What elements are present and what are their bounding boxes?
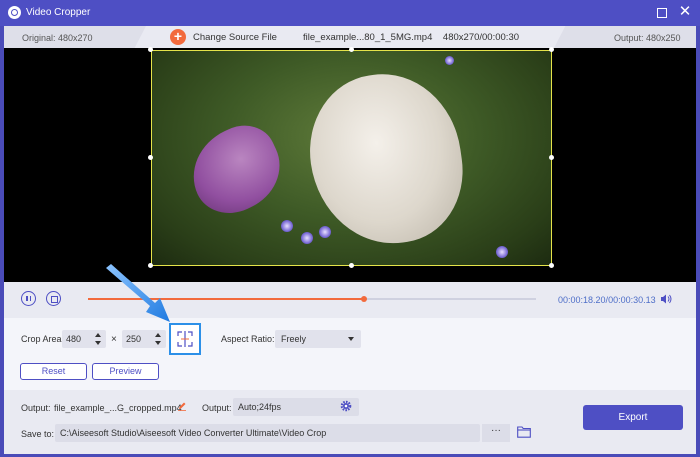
time-readout: 00:00:18.20/00:00:30.13 xyxy=(558,295,656,305)
crop-handle[interactable] xyxy=(549,155,554,160)
aspect-ratio-label: Aspect Ratio: xyxy=(221,334,275,344)
stop-icon[interactable] xyxy=(46,291,61,306)
title-bar: Video Cropper ✕ xyxy=(0,0,700,26)
crop-width-stepper[interactable] xyxy=(93,330,103,348)
save-path-value: C:\Aiseesoft Studio\Aiseesoft Video Conv… xyxy=(60,428,327,438)
folder-icon[interactable] xyxy=(517,426,531,438)
current-time: 00:00:18.20 xyxy=(558,295,606,305)
browse-button[interactable]: ··· xyxy=(482,424,510,442)
crop-width-value: 480 xyxy=(66,334,82,344)
app-icon xyxy=(8,6,21,19)
output-format-value: Auto;24fps xyxy=(238,402,282,412)
aspect-ratio-select[interactable]: Freely xyxy=(275,330,361,348)
chevron-down-icon xyxy=(348,337,354,341)
pause-icon[interactable] xyxy=(21,291,36,306)
output-file-label: Output: xyxy=(21,403,51,413)
crop-handle[interactable] xyxy=(549,263,554,268)
aspect-ratio-value: Freely xyxy=(281,334,307,344)
crop-height-value: 250 xyxy=(126,334,142,344)
save-to-label: Save to: xyxy=(21,429,55,439)
crop-handle[interactable] xyxy=(549,47,554,52)
output-resolution: Output: 480x250 xyxy=(614,33,681,43)
close-icon[interactable]: ✕ xyxy=(678,4,692,20)
window-title: Video Cropper xyxy=(26,7,91,18)
crop-handle[interactable] xyxy=(148,155,153,160)
maximize-icon[interactable] xyxy=(657,8,667,18)
crop-area-label: Crop Area: xyxy=(21,334,65,344)
reset-button[interactable]: Reset xyxy=(20,363,87,380)
preview-button[interactable]: Preview xyxy=(92,363,159,380)
export-button[interactable]: Export xyxy=(583,405,683,430)
original-resolution: Original: 480x270 xyxy=(22,33,93,43)
crop-handle[interactable] xyxy=(349,263,354,268)
crop-handle[interactable] xyxy=(148,47,153,52)
volume-icon[interactable] xyxy=(660,293,672,305)
gear-icon[interactable] xyxy=(340,400,352,412)
times-sign: × xyxy=(111,334,117,345)
change-source-button[interactable]: Change Source File xyxy=(193,32,277,43)
output-file-name: file_example_...G_cropped.mp4 xyxy=(54,403,182,413)
arrow-annotation xyxy=(106,264,170,322)
output-format-label: Output: xyxy=(202,403,232,413)
total-time: 00:00:30.13 xyxy=(608,295,656,305)
add-icon[interactable]: + xyxy=(170,29,186,45)
crop-handle[interactable] xyxy=(349,47,354,52)
pen-icon[interactable] xyxy=(177,401,187,411)
crop-box[interactable] xyxy=(151,50,552,266)
crop-height-stepper[interactable] xyxy=(153,330,163,348)
center-crop-icon xyxy=(177,331,193,347)
save-path-field[interactable]: C:\Aiseesoft Studio\Aiseesoft Video Conv… xyxy=(55,424,480,442)
file-info: file_example...80_1_5MG.mp4 480x270/00:0… xyxy=(303,32,520,43)
